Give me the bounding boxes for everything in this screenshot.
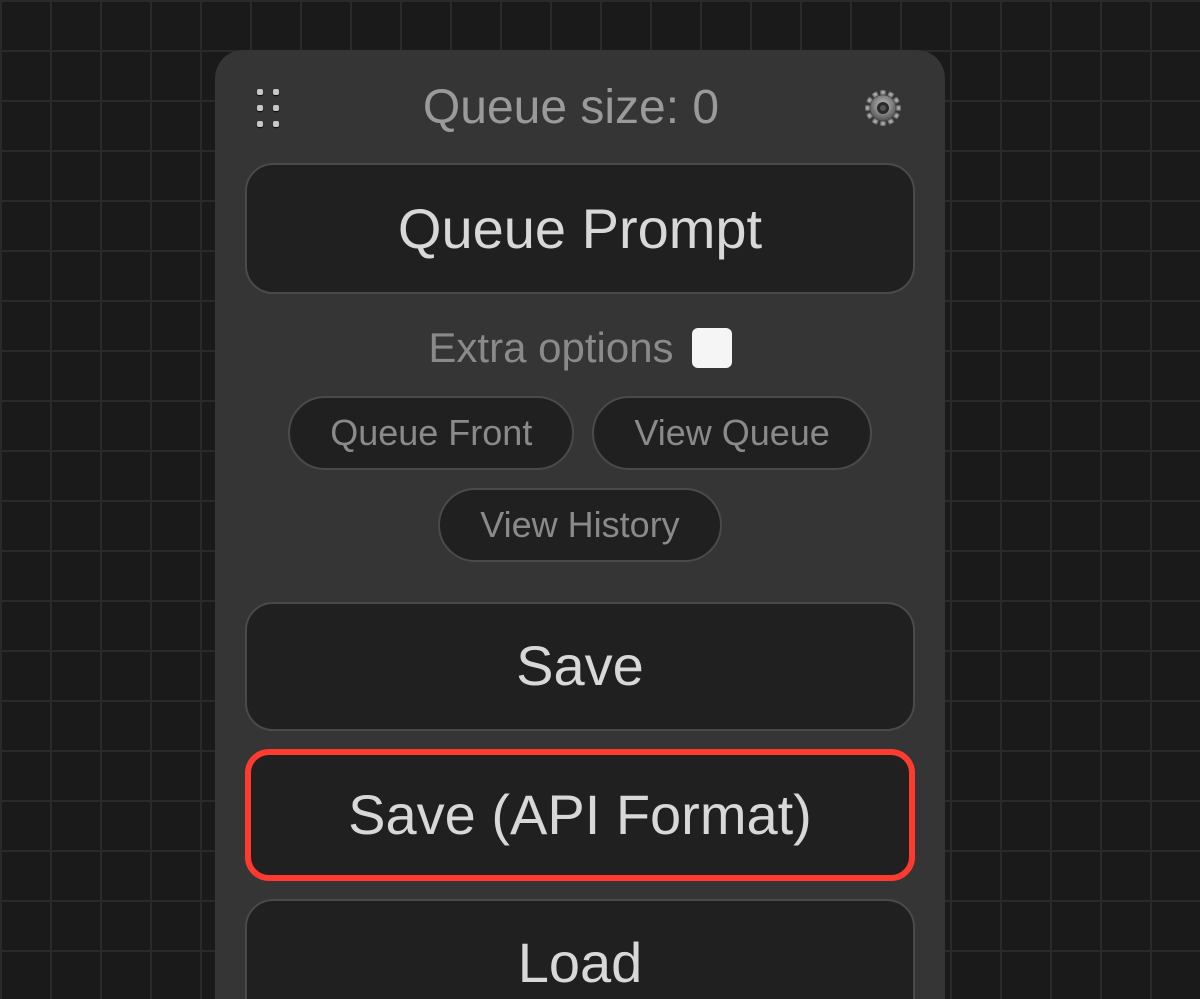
queue-size-label: Queue size: 0 <box>279 80 863 135</box>
drag-handle-icon[interactable] <box>257 89 279 127</box>
extra-options-checkbox[interactable] <box>692 328 732 368</box>
queue-actions-row: Queue Front View Queue <box>245 396 915 470</box>
view-history-button[interactable]: View History <box>438 488 721 562</box>
extra-options-row: Extra options <box>245 324 915 372</box>
extra-options-label: Extra options <box>428 324 673 372</box>
view-queue-button[interactable]: View Queue <box>592 396 871 470</box>
control-panel: Queue size: 0 <box>215 50 945 999</box>
save-button[interactable]: Save <box>245 602 915 730</box>
gear-icon[interactable] <box>863 88 903 128</box>
load-button[interactable]: Load <box>245 899 915 999</box>
queue-front-button[interactable]: Queue Front <box>288 396 574 470</box>
panel-header: Queue size: 0 <box>245 80 915 135</box>
save-api-format-button[interactable]: Save (API Format) <box>245 749 915 881</box>
history-row: View History <box>245 488 915 562</box>
queue-prompt-button[interactable]: Queue Prompt <box>245 163 915 294</box>
